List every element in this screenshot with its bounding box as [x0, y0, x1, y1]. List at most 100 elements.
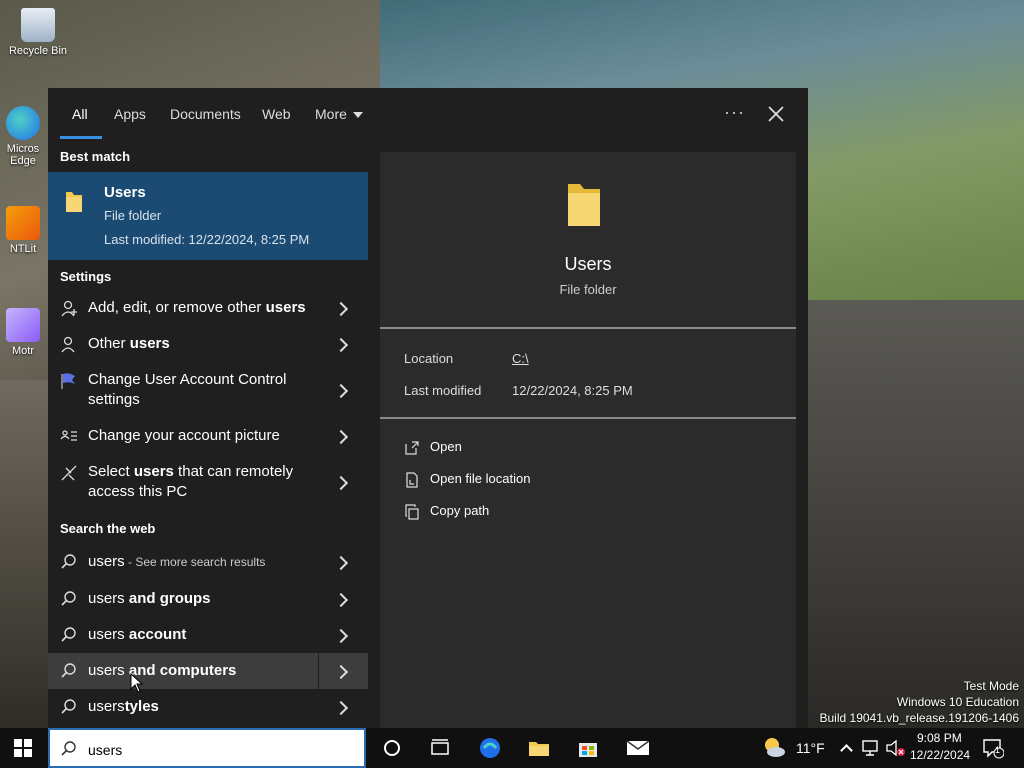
cortana-icon[interactable]	[380, 736, 404, 760]
wallpaper-seat	[0, 380, 48, 730]
remote-icon	[61, 465, 77, 481]
search-input[interactable]	[86, 738, 350, 762]
web-result-users-and-groups[interactable]: users and groups	[48, 581, 368, 617]
web-result-userstyles[interactable]: userstyles	[48, 689, 368, 725]
chevron-right-icon	[333, 555, 349, 571]
best-match-heading: Best match	[60, 149, 131, 164]
clock-date[interactable]: 12/22/2024	[910, 748, 970, 762]
tab-documents[interactable]: Documents	[170, 106, 241, 122]
open-file-location-action[interactable]: Open file location	[404, 471, 530, 488]
start-search-panel: All Apps Documents Web More ··· Best mat…	[48, 88, 808, 728]
active-tab-indicator	[60, 136, 102, 139]
person-icon	[61, 300, 77, 317]
desktop-icon-label: Micros Edge	[6, 143, 40, 167]
test-mode-watermark: Test Mode Windows 10 Education Build 190…	[820, 678, 1020, 726]
chevron-right-icon[interactable]	[333, 664, 349, 680]
settings-item-remote-users[interactable]: Select users that can remotely access th…	[48, 454, 368, 510]
desktop-icon-label: Recycle Bin	[8, 45, 68, 57]
settings-item-label: Select users that can remotely access th…	[88, 463, 294, 500]
best-match-title: Users	[104, 184, 146, 201]
preview-divider	[380, 417, 796, 419]
settings-item-label: Add, edit, or remove other users	[88, 299, 306, 316]
settings-item-label: Other users	[88, 335, 170, 352]
motr-icon	[6, 308, 40, 342]
copy-icon	[405, 503, 419, 520]
account-card-icon	[60, 430, 77, 441]
network-icon[interactable]	[861, 738, 881, 758]
desktop-icon-ntlite[interactable]: NTLit	[0, 206, 52, 255]
desktop-icon-motr[interactable]: Motr	[0, 308, 52, 357]
notification-count: 1	[995, 745, 1001, 755]
tab-apps[interactable]: Apps	[114, 106, 146, 122]
chevron-right-icon	[333, 592, 349, 608]
web-result-users[interactable]: users - See more search results	[48, 544, 368, 580]
chevron-right-icon	[333, 383, 349, 399]
best-match-item[interactable]: Users File folder Last modified: 12/22/2…	[48, 172, 368, 260]
preview-subtitle: File folder	[559, 282, 617, 297]
open-icon	[405, 440, 419, 455]
volume-muted-icon[interactable]	[885, 738, 907, 758]
row-divider	[318, 653, 319, 689]
open-action[interactable]: Open	[404, 439, 462, 456]
weather-temperature[interactable]: 11°F	[796, 728, 825, 768]
desktop-icon-recycle-bin[interactable]: Recycle Bin	[6, 8, 70, 57]
web-result-label: users - See more search results	[88, 553, 266, 570]
settings-item-add-edit-users[interactable]: Add, edit, or remove other users	[48, 290, 368, 326]
chevron-right-icon	[333, 628, 349, 644]
search-icon	[61, 663, 76, 678]
weather-moon-cloud-icon[interactable]	[762, 736, 786, 760]
location-link[interactable]: C:\	[512, 351, 529, 366]
taskbar-search-box[interactable]	[48, 728, 366, 768]
taskbar: 11°F 9:08 PM 12/22/2024 1	[0, 728, 1024, 768]
settings-item-uac[interactable]: Change User Account Control settings	[48, 362, 368, 418]
web-result-users-and-computers[interactable]: users and computers	[48, 653, 368, 689]
chevron-right-icon	[333, 429, 349, 445]
search-icon	[61, 699, 76, 714]
close-icon[interactable]	[764, 102, 788, 126]
windows-start-icon[interactable]	[14, 739, 32, 757]
open-action-label: Open	[430, 439, 462, 454]
location-label: Location	[404, 351, 454, 366]
settings-item-other-users[interactable]: Other users	[48, 326, 368, 362]
tab-more[interactable]: More	[315, 106, 363, 122]
best-match-modified: Last modified: 12/22/2024, 8:25 PM	[104, 232, 310, 247]
desktop-icon-label: Motr	[12, 345, 34, 357]
desktop-icon-edge[interactable]: Micros Edge	[0, 106, 52, 167]
tab-web[interactable]: Web	[262, 106, 291, 122]
chevron-up-icon[interactable]	[840, 744, 853, 757]
store-icon[interactable]	[576, 736, 600, 760]
wallpaper-dashboard	[808, 300, 1024, 730]
settings-item-label: Change your account picture	[88, 427, 280, 444]
preview-pane: Users File folder Location C:\ Last modi…	[380, 152, 796, 728]
ntlite-icon	[6, 206, 40, 240]
settings-heading: Settings	[60, 269, 112, 284]
more-options-button[interactable]: ···	[724, 102, 745, 123]
file-explorer-icon[interactable]	[527, 736, 551, 760]
open-file-location-label: Open file location	[430, 471, 531, 486]
folder-icon	[66, 192, 82, 212]
person-icon	[61, 336, 75, 353]
best-match-subtitle: File folder	[104, 208, 162, 223]
watermark-line: Test Mode	[963, 679, 1019, 693]
chevron-right-icon	[333, 301, 349, 317]
search-icon	[61, 627, 76, 642]
task-view-icon[interactable]	[428, 736, 452, 760]
edge-icon	[6, 106, 40, 140]
web-result-users-account[interactable]: users account	[48, 617, 368, 653]
watermark-line: Build 19041.vb_release.191206-1406	[819, 711, 1020, 725]
mouse-cursor-icon	[130, 673, 144, 693]
copy-path-action[interactable]: Copy path	[404, 503, 489, 520]
edge-icon[interactable]	[478, 736, 502, 760]
mail-icon[interactable]	[626, 736, 650, 760]
notification-center-icon[interactable]	[982, 737, 1004, 759]
copy-path-label: Copy path	[430, 503, 490, 518]
desktop-icon-label: NTLit	[9, 243, 37, 255]
search-icon	[61, 741, 76, 756]
search-web-heading: Search the web	[60, 521, 156, 536]
tab-all[interactable]: All	[72, 106, 88, 122]
search-tabs: All Apps Documents Web More ···	[48, 88, 808, 144]
clock-time[interactable]: 9:08 PM	[917, 731, 962, 745]
settings-item-account-picture[interactable]: Change your account picture	[48, 418, 368, 454]
uac-flag-icon	[61, 373, 75, 389]
modified-label: Last modified	[404, 383, 482, 398]
